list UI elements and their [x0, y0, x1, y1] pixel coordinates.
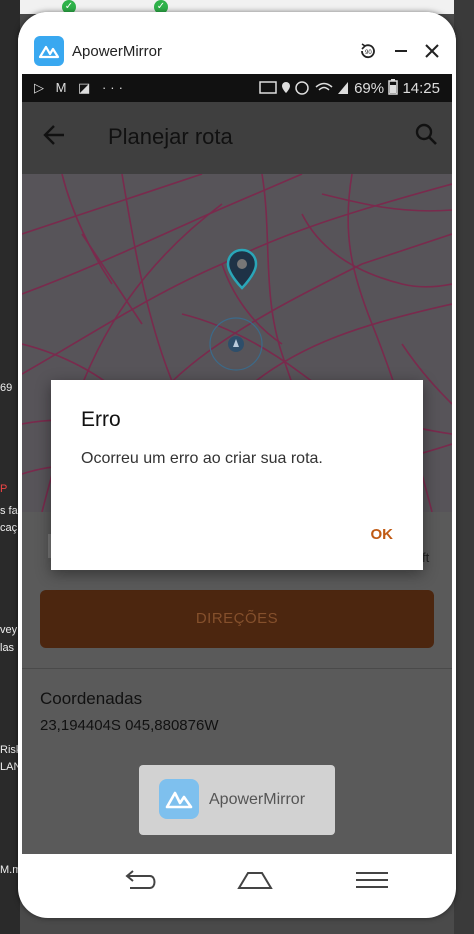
apowermirror-window: ApowerMirror 90 ▷ M ◪ ··· 69% 14:25 Plan… [18, 12, 456, 918]
notification-icons: ▷ M ◪ ··· [34, 80, 127, 95]
app-bar: Planejar rota [22, 102, 452, 174]
desktop-right-strip [454, 0, 474, 934]
apowermirror-logo-icon [159, 779, 199, 819]
page-title: Planejar rota [108, 124, 233, 149]
system-status-icons [259, 81, 348, 95]
android-nav-bar [22, 854, 452, 906]
home-nav-icon[interactable] [235, 868, 275, 892]
minimize-icon[interactable] [391, 41, 411, 61]
directions-button[interactable]: DIREÇÕES [40, 590, 434, 648]
phone-screen: ▷ M ◪ ··· 69% 14:25 Planejar rota ft DIR… [22, 74, 452, 854]
clock: 14:25 [402, 80, 440, 97]
desktop-left-strip [0, 0, 20, 934]
battery-percent: 69% [354, 80, 385, 97]
dialog-message: Ocorreu um erro ao criar sua rota. [81, 450, 323, 467]
search-icon[interactable] [414, 122, 438, 152]
ok-button[interactable]: OK [371, 526, 394, 543]
error-dialog: Erro Ocorreu um erro ao criar sua rota. … [51, 380, 423, 570]
apowermirror-watermark: ApowerMirror [139, 765, 335, 835]
battery-icon [388, 79, 399, 95]
coordinates-heading: Coordenadas [40, 689, 143, 708]
android-status-bar: ▷ M ◪ ··· 69% 14:25 [22, 74, 452, 102]
coordinates-value: 23,194404S 045,880876W [40, 717, 219, 734]
status-right: 69% 14:25 [258, 79, 440, 97]
recents-nav-icon[interactable] [352, 868, 392, 892]
window-title: ApowerMirror [72, 43, 163, 60]
apowermirror-logo-icon [34, 36, 64, 66]
dialog-title: Erro [81, 408, 121, 431]
window-titlebar[interactable]: ApowerMirror 90 [18, 12, 456, 74]
back-nav-icon[interactable] [120, 868, 160, 892]
close-icon[interactable] [422, 41, 442, 61]
watermark-text: ApowerMirror [209, 791, 306, 808]
distance-unit: ft [422, 550, 430, 565]
back-arrow-icon[interactable] [42, 122, 68, 155]
divider [22, 668, 452, 669]
rotate-icon[interactable]: 90 [358, 41, 378, 61]
svg-text:90: 90 [365, 50, 372, 56]
